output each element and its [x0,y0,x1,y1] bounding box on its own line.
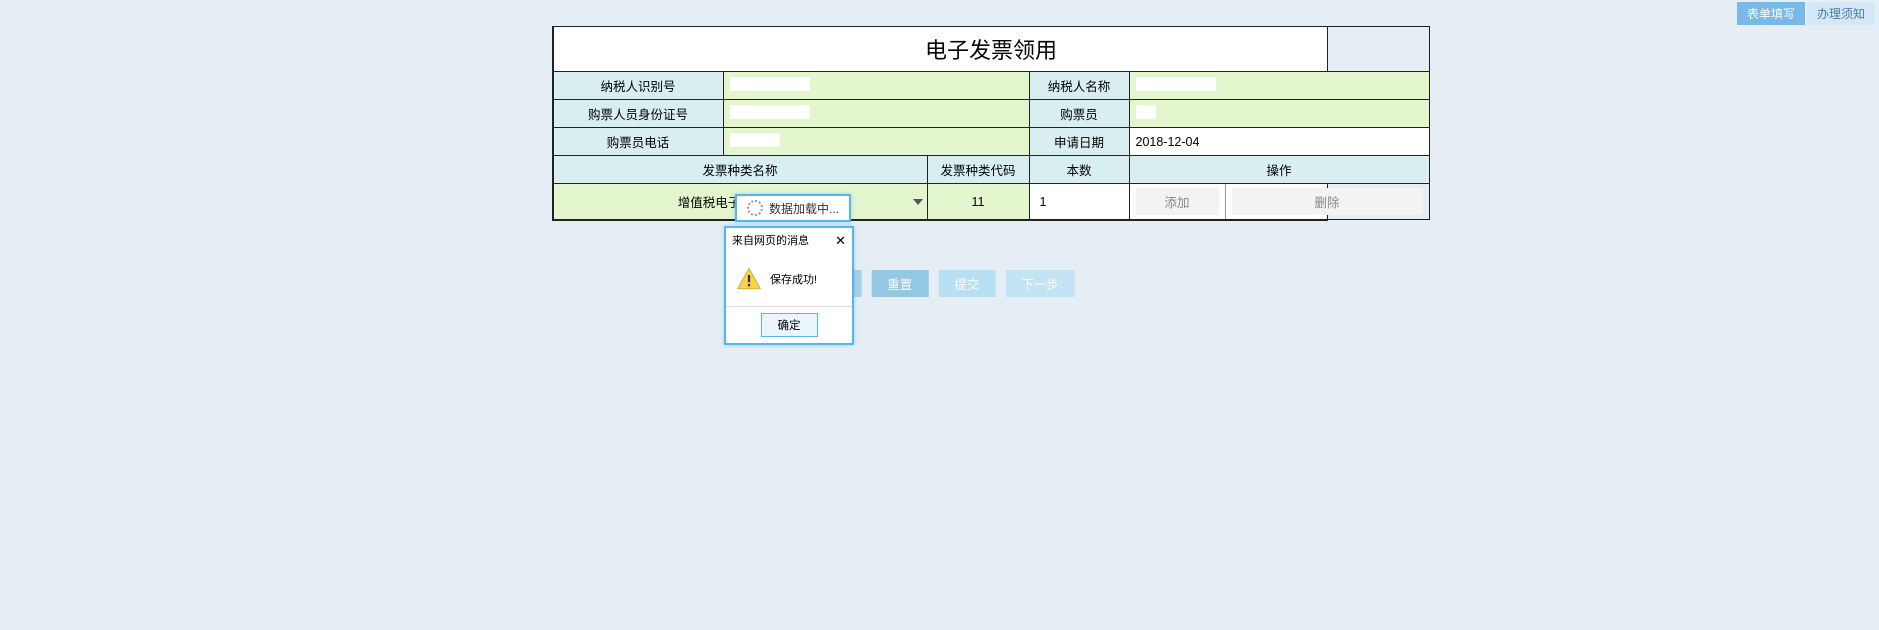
dialog-header: 来自网页的消息 ✕ [726,228,852,252]
dialog-footer: 确定 [726,306,852,343]
message-dialog: 来自网页的消息 ✕ 保存成功! 确定 [724,226,854,345]
submit-button[interactable]: 提交 [938,270,995,297]
top-bar: 表单填写 办理须知 [0,0,1879,26]
value-buyer-phone [723,128,1029,156]
next-button[interactable]: 下一步 [1005,270,1075,297]
quantity-input[interactable] [1036,188,1123,215]
value-taxpayer-id [723,72,1029,100]
col-quantity: 本数 [1029,156,1129,184]
label-buyer-idno: 购票人员身份证号 [553,100,723,128]
col-invoice-type-name: 发票种类名称 [553,156,927,184]
main-table: 电子发票领用 纳税人识别号 纳税人名称 购票人员身份证号 购票员 购票员电话 申… [553,26,1430,220]
table-row: 增值税电子普通发票 11 添加 删除 [553,184,1429,220]
spinner-icon [747,200,763,216]
dialog-body: 保存成功! [726,252,852,306]
label-taxpayer-id: 纳税人识别号 [553,72,723,100]
notice-button[interactable]: 办理须知 [1807,2,1875,25]
value-taxpayer-name [1129,72,1429,100]
quantity-cell [1029,184,1129,220]
dialog-title: 来自网页的消息 [732,232,809,248]
col-invoice-type-code: 发票种类代码 [927,156,1029,184]
page-title: 电子发票领用 [553,27,1429,72]
fill-form-button[interactable]: 表单填写 [1737,2,1805,25]
col-operation: 操作 [1129,156,1429,184]
loading-text: 数据加载中... [769,200,839,217]
label-apply-date: 申请日期 [1029,128,1129,156]
close-icon[interactable]: ✕ [835,234,846,247]
warning-icon [736,266,762,292]
value-buyer-idno [723,100,1029,128]
value-apply-date: 2018-12-04 [1129,128,1429,156]
label-taxpayer-name: 纳税人名称 [1029,72,1129,100]
dialog-ok-button[interactable]: 确定 [761,313,818,337]
loading-indicator: 数据加载中... [735,194,851,222]
invoice-type-code-value: 11 [927,184,1029,220]
add-button[interactable]: 添加 [1136,188,1219,215]
dialog-message: 保存成功! [770,271,817,287]
form-panel: 电子发票领用 纳税人识别号 纳税人名称 购票人员身份证号 购票员 购票员电话 申… [552,26,1328,221]
chevron-down-icon [913,199,923,205]
reset-button[interactable]: 重置 [871,270,928,297]
value-buyer [1129,100,1429,128]
label-buyer-phone: 购票员电话 [553,128,723,156]
delete-button[interactable]: 删除 [1232,188,1423,215]
label-buyer: 购票员 [1029,100,1129,128]
